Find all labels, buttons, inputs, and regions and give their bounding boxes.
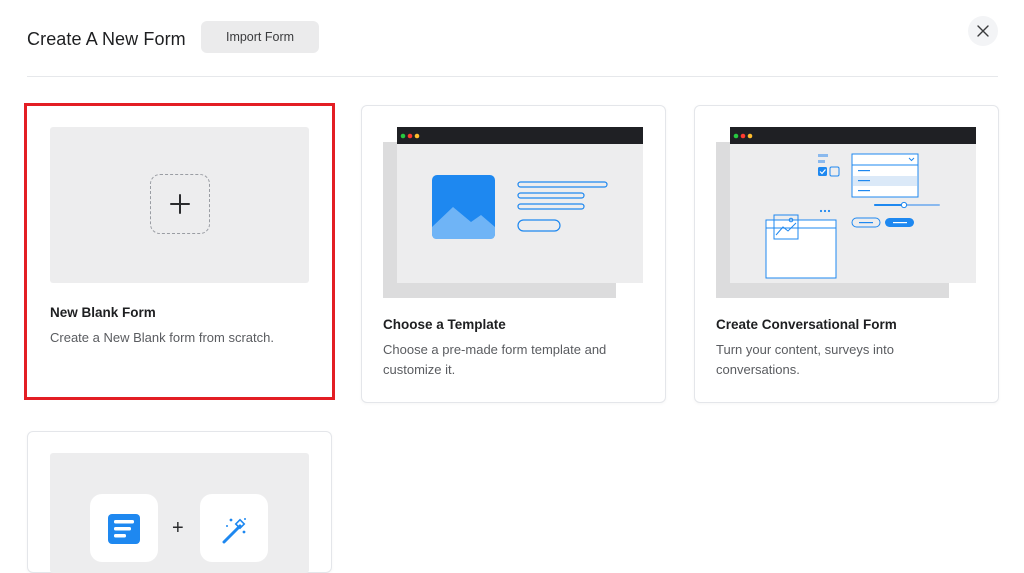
modal-header: Create A New Form Import Form <box>27 16 998 77</box>
card-title: New Blank Form <box>50 305 156 320</box>
card-description: Create a New Blank form from scratch. <box>50 330 274 345</box>
import-form-button[interactable]: Import Form <box>201 21 319 53</box>
card-title: Create Conversational Form <box>716 317 897 332</box>
card-description-line: conversations. <box>716 362 800 377</box>
card-description-line: customize it. <box>383 362 456 377</box>
modal-title: Create A New Form <box>27 29 186 49</box>
card-description-line: Turn your content, surveys into <box>716 342 894 357</box>
close-icon <box>977 25 989 37</box>
ai-form-thumbnail: + <box>50 453 309 573</box>
card-title: Choose a Template <box>383 317 506 332</box>
plus-icon <box>150 174 210 234</box>
choose-template-card[interactable]: Choose a Template Choose a pre-made form… <box>361 105 666 403</box>
close-button[interactable] <box>968 16 998 46</box>
conversational-preview-illustration <box>716 127 976 298</box>
form-app-icon <box>90 494 158 562</box>
plus-sign: + <box>172 517 184 539</box>
new-blank-form-card[interactable]: New Blank Form Create a New Blank form f… <box>24 103 335 400</box>
conversational-form-card[interactable]: Create Conversational Form Turn your con… <box>694 105 999 403</box>
magic-wand-icon <box>200 494 268 562</box>
blank-form-thumbnail <box>50 127 309 283</box>
card-description-line: Choose a pre-made form template and <box>383 342 607 357</box>
ai-form-card[interactable]: + <box>27 431 332 573</box>
template-preview-illustration <box>383 127 643 298</box>
